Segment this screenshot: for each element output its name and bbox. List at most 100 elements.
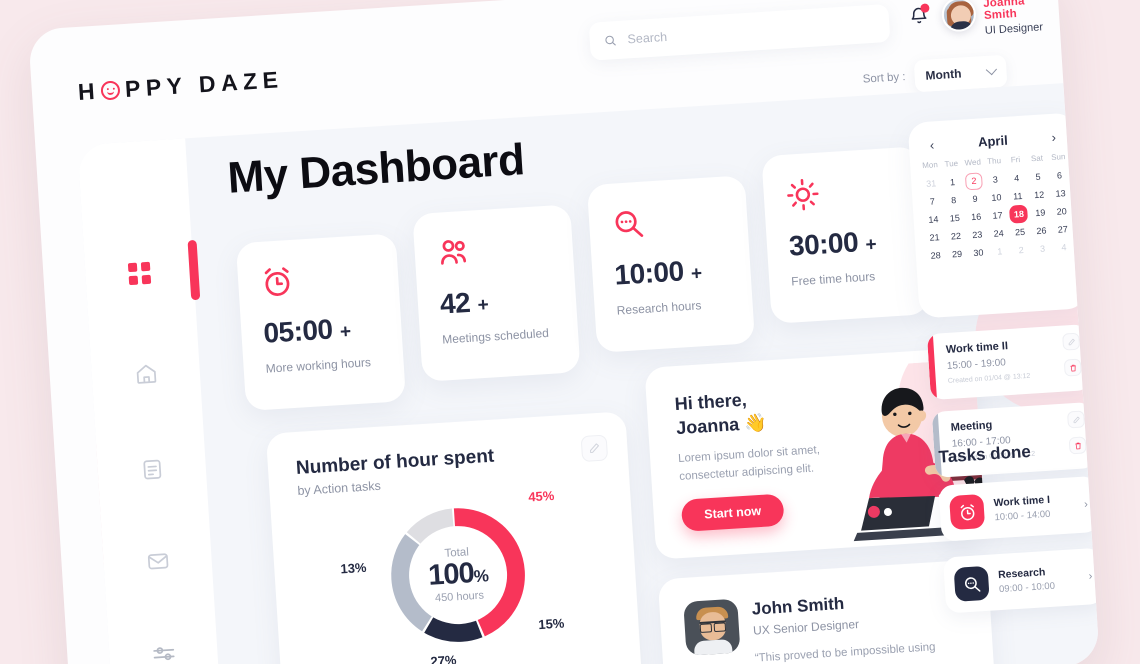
- testimonial-role: UX Senior Designer: [752, 617, 860, 638]
- start-now-button[interactable]: Start now: [680, 493, 785, 532]
- calendar-day[interactable]: 8: [942, 191, 965, 210]
- chevron-right-icon[interactable]: ›: [1088, 570, 1092, 582]
- user-name: Joanna Smith: [982, 0, 1026, 22]
- calendar-day[interactable]: 30: [967, 243, 990, 262]
- stat-label: Free time hours: [790, 269, 876, 289]
- right-panel: ‹ April › Mon Tue Wed Thu Fri Sat Sun 31 1 2 3 4 5 6…: [907, 112, 1100, 664]
- delete-task-button[interactable]: [1063, 358, 1082, 377]
- donut-total-value: 100%: [427, 557, 489, 592]
- donut-label-0: 45%: [527, 487, 555, 505]
- task-card[interactable]: Work time II 15:00 - 19:00 Created on 01…: [926, 324, 1091, 401]
- sidebar: [77, 138, 222, 664]
- greeting-heading: Hi there, Joanna 👋: [674, 389, 768, 439]
- sun-icon: [785, 171, 903, 218]
- task-stripe: [926, 333, 938, 401]
- calendar-day[interactable]: 23: [966, 225, 989, 244]
- calendar-weekday: Fri: [1010, 154, 1021, 165]
- calendar-day[interactable]: 26: [1030, 221, 1053, 240]
- calendar-day[interactable]: 22: [945, 226, 968, 245]
- calendar-day[interactable]: 10: [985, 188, 1008, 207]
- stat-label: Research hours: [616, 298, 702, 318]
- calendar-day[interactable]: 16: [965, 207, 988, 226]
- calendar-day[interactable]: 12: [1028, 185, 1051, 204]
- card-subtitle: by Action tasks: [297, 478, 382, 498]
- calendar-day[interactable]: 29: [946, 244, 969, 263]
- calendar-day[interactable]: 15: [944, 209, 967, 228]
- logo-text-start: H: [77, 77, 101, 105]
- calendar-weekday: Sun: [1050, 152, 1066, 162]
- avatar[interactable]: [940, 0, 977, 33]
- edit-task-button[interactable]: [1062, 332, 1081, 351]
- stat-card-research[interactable]: 10:00 + Research hours: [586, 175, 756, 353]
- calendar-day[interactable]: 9: [964, 189, 987, 208]
- calendar-day[interactable]: 2: [1010, 240, 1033, 259]
- calendar-day[interactable]: 1: [989, 242, 1012, 261]
- calendar-day[interactable]: 31: [920, 174, 943, 193]
- sidebar-item-settings[interactable]: [146, 636, 180, 664]
- calendar-day[interactable]: 20: [1050, 202, 1073, 221]
- task-stripe: [931, 411, 942, 478]
- stat-value: 05:00 +: [262, 313, 352, 349]
- calendar-day[interactable]: 17: [986, 206, 1009, 225]
- edit-task-button[interactable]: [1067, 410, 1086, 429]
- sidebar-item-documents[interactable]: [135, 452, 169, 486]
- calendar-day[interactable]: 21: [923, 228, 946, 247]
- search-input[interactable]: [627, 16, 876, 47]
- done-task-item[interactable]: Work time I 10:00 - 14:00 ›: [938, 475, 1100, 542]
- calendar-day[interactable]: 5: [1027, 167, 1050, 186]
- chevron-right-icon[interactable]: ›: [1046, 129, 1061, 145]
- sidebar-item-mail[interactable]: [141, 544, 175, 578]
- calendar-day[interactable]: 19: [1029, 203, 1052, 222]
- done-task-item[interactable]: Research 09:00 - 10:00 ›: [942, 547, 1100, 614]
- calendar-weekday: Wed: [964, 157, 982, 168]
- calendar-day[interactable]: 18: [1008, 204, 1031, 224]
- calendar-day[interactable]: 4: [1053, 238, 1076, 257]
- task-title: Meeting: [950, 419, 993, 434]
- screenshot-stage: H PPY DAZE Search Joanna Smith UI Design…: [0, 0, 1140, 664]
- task-created: Created on 01/04 @ 13:12: [947, 372, 1031, 385]
- donut-label-3: 13%: [339, 559, 367, 577]
- calendar-day[interactable]: 7: [921, 192, 944, 211]
- calendar-weekday: Tue: [944, 158, 959, 169]
- pencil-icon: [1073, 416, 1080, 423]
- user-info[interactable]: Joanna Smith UI Designer: [983, 0, 1060, 37]
- chevron-left-icon[interactable]: ‹: [925, 137, 940, 153]
- logo-text-end: PPY DAZE: [124, 66, 285, 102]
- pencil-icon: [1068, 338, 1075, 345]
- stat-card-meetings[interactable]: 42 + Meetings scheduled: [412, 204, 581, 382]
- pencil-icon: [590, 443, 599, 454]
- chevron-right-icon[interactable]: ›: [1084, 498, 1088, 510]
- stat-card-working-hours[interactable]: 05:00 + More working hours: [235, 233, 407, 412]
- sort-selected-value: Month: [925, 66, 962, 83]
- delete-task-button[interactable]: [1068, 436, 1087, 455]
- calendar-day[interactable]: 6: [1048, 166, 1071, 185]
- notification-bell-button[interactable]: [908, 3, 930, 29]
- trash-icon: [1074, 442, 1081, 449]
- stat-card-free-time[interactable]: 30:00 + Free time hours: [761, 146, 930, 324]
- stat-value: 42 +: [439, 286, 489, 320]
- calendar-day[interactable]: 3: [984, 170, 1007, 189]
- stat-value: 30:00 +: [788, 226, 877, 262]
- calendar-day[interactable]: 27: [1052, 220, 1075, 239]
- calendar-day[interactable]: 24: [987, 224, 1010, 243]
- sidebar-item-dashboard[interactable]: [123, 257, 157, 291]
- edit-hours-card-button[interactable]: [580, 434, 609, 463]
- calendar-day[interactable]: 2: [963, 171, 986, 190]
- calendar-day[interactable]: 13: [1049, 184, 1072, 203]
- search-bar[interactable]: [588, 3, 891, 61]
- document-icon: [142, 459, 161, 479]
- calendar-day[interactable]: 14: [922, 210, 945, 229]
- user-role: UI Designer: [984, 21, 1044, 37]
- calendar-day[interactable]: 3: [1031, 239, 1054, 258]
- calendar-day[interactable]: 28: [924, 246, 947, 265]
- calendar-month-label: April: [977, 132, 1009, 150]
- sidebar-item-home[interactable]: [129, 356, 163, 390]
- app-logo[interactable]: H PPY DAZE: [77, 66, 284, 106]
- calendar-day[interactable]: 4: [1005, 169, 1028, 188]
- people-icon: [436, 230, 554, 277]
- calendar-day[interactable]: 25: [1009, 222, 1032, 241]
- donut-label-1: 15%: [537, 615, 565, 633]
- task-title: Work time II: [945, 340, 1009, 356]
- calendar-day[interactable]: 11: [1007, 187, 1030, 206]
- calendar-day[interactable]: 1: [941, 173, 964, 192]
